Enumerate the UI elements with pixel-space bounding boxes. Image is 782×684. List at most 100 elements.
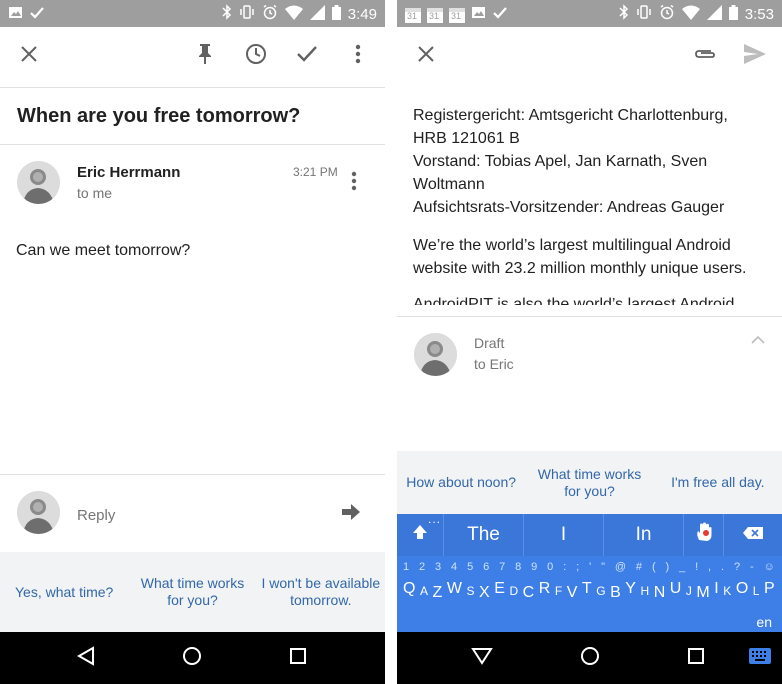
avatar [17,491,60,534]
key-symbol[interactable]: # [636,561,642,573]
attach-button[interactable] [690,41,720,71]
suggestion-word[interactable]: In [604,514,684,556]
back-button[interactable] [74,645,98,671]
key-symbol[interactable]: ; [576,561,579,573]
forward-button[interactable] [336,499,366,529]
key-symbol[interactable]: , [708,561,711,573]
key-symbol[interactable]: ? [734,561,740,573]
key-symbol[interactable]: ) [666,561,670,573]
key-letter[interactable]: I [714,580,718,602]
avatar[interactable] [17,161,60,204]
key-letter[interactable]: X [479,584,490,602]
key-letter[interactable]: N [654,584,666,602]
home-button[interactable] [578,646,602,670]
close-button[interactable] [411,41,441,71]
smart-reply-option[interactable]: I'm free all day. [654,474,782,491]
pin-button[interactable] [190,41,220,71]
key-symbol[interactable]: - [750,561,754,573]
key-symbol[interactable]: 9 [531,561,537,573]
key-symbol[interactable]: ! [695,561,698,573]
send-icon [744,43,766,69]
key-letter[interactable]: D [509,584,518,602]
suggestion-word[interactable]: I [524,514,604,556]
key-letter[interactable]: L [753,584,760,602]
key-symbol[interactable]: _ [679,561,685,573]
key-symbol[interactable]: " [601,561,605,573]
smart-reply-option[interactable]: What time works for you? [128,575,256,609]
suggestion-word[interactable]: The [444,514,524,556]
reply-bar[interactable]: Reply [0,474,385,552]
recents-button[interactable] [286,646,310,670]
key-symbol[interactable]: 6 [483,561,489,573]
image-notification-icon [471,5,486,25]
home-button[interactable] [180,646,204,670]
key-symbol[interactable]: 2 [419,561,425,573]
keyboard-switch-button[interactable] [748,646,772,670]
key-letter[interactable]: U [670,580,682,602]
back-triangle-icon [76,645,95,671]
key-letter[interactable]: Q [403,580,415,602]
status-time: 3:49 [347,5,377,23]
key-letter[interactable]: E [494,580,505,602]
more-suggestions-indicator[interactable]: ... [428,512,441,526]
close-button[interactable] [14,41,44,71]
key-letter[interactable]: A [420,584,428,602]
key-symbol[interactable]: 8 [515,561,521,573]
key-letter[interactable]: R [539,580,551,602]
key-symbol[interactable]: . [721,561,724,573]
key-letter[interactable]: M [696,584,709,602]
key-symbol[interactable]: 3 [435,561,441,573]
back-button[interactable] [470,646,494,670]
key-symbol[interactable]: ☺ [764,561,775,573]
key-symbol[interactable]: : [563,561,566,573]
done-button[interactable] [292,41,322,71]
gesture-key[interactable] [684,514,724,556]
smart-reply-option[interactable]: How about noon? [397,474,525,491]
key-symbol[interactable]: 5 [467,561,473,573]
key-letter[interactable]: C [523,584,535,602]
backspace-key[interactable] [724,514,782,556]
status-bar: 31 31 31 3:53 [397,0,782,27]
key-letter[interactable]: K [723,584,731,602]
image-notification-icon [8,5,23,20]
key-letter[interactable]: P [764,580,775,602]
snooze-button[interactable] [241,41,271,71]
key-letter[interactable]: S [466,584,474,602]
key-letter[interactable]: J [686,584,692,602]
key-letter[interactable]: F [555,584,562,602]
language-indicator[interactable]: en [756,614,772,630]
keyboard-suggestion-strip: The I In [397,514,782,556]
close-icon [418,45,434,67]
status-time: 3:53 [744,5,774,23]
quoted-text-register: Registergericht: Amtsgericht Charlottenb… [413,104,768,219]
key-symbol[interactable]: ' [589,561,591,573]
key-symbol[interactable]: 1 [403,561,409,573]
key-symbol[interactable]: 4 [451,561,457,573]
smart-reply-option[interactable]: Yes, what time? [0,584,128,601]
key-letter[interactable]: O [736,580,748,602]
recents-square-icon [687,647,705,670]
smart-reply-option[interactable]: I won't be available tomorrow. [257,575,385,609]
key-symbol[interactable]: 0 [547,561,553,573]
key-letter[interactable]: T [582,580,592,602]
key-letter[interactable]: Z [433,584,443,602]
more-options-button[interactable] [343,41,373,71]
reply-input[interactable]: Reply [77,507,115,524]
message-more-button[interactable] [339,168,369,198]
recents-button[interactable] [684,646,708,670]
key-letter[interactable]: G [596,584,605,602]
key-letter[interactable]: B [610,584,621,602]
key-symbol[interactable]: 7 [499,561,505,573]
key-letter[interactable]: H [641,584,650,602]
key-symbol[interactable]: ( [652,561,656,573]
key-letter[interactable]: W [447,580,462,602]
key-letter[interactable]: V [567,584,578,602]
key-symbol[interactable]: @ [615,561,626,573]
collapse-button[interactable] [743,325,773,355]
text-line: Woltmann [413,176,485,193]
battery-icon [331,4,341,25]
recipient-label[interactable]: to me [77,185,112,201]
send-button[interactable] [740,41,770,71]
key-letter[interactable]: Y [625,580,636,602]
smart-reply-option[interactable]: What time works for you? [525,466,653,500]
